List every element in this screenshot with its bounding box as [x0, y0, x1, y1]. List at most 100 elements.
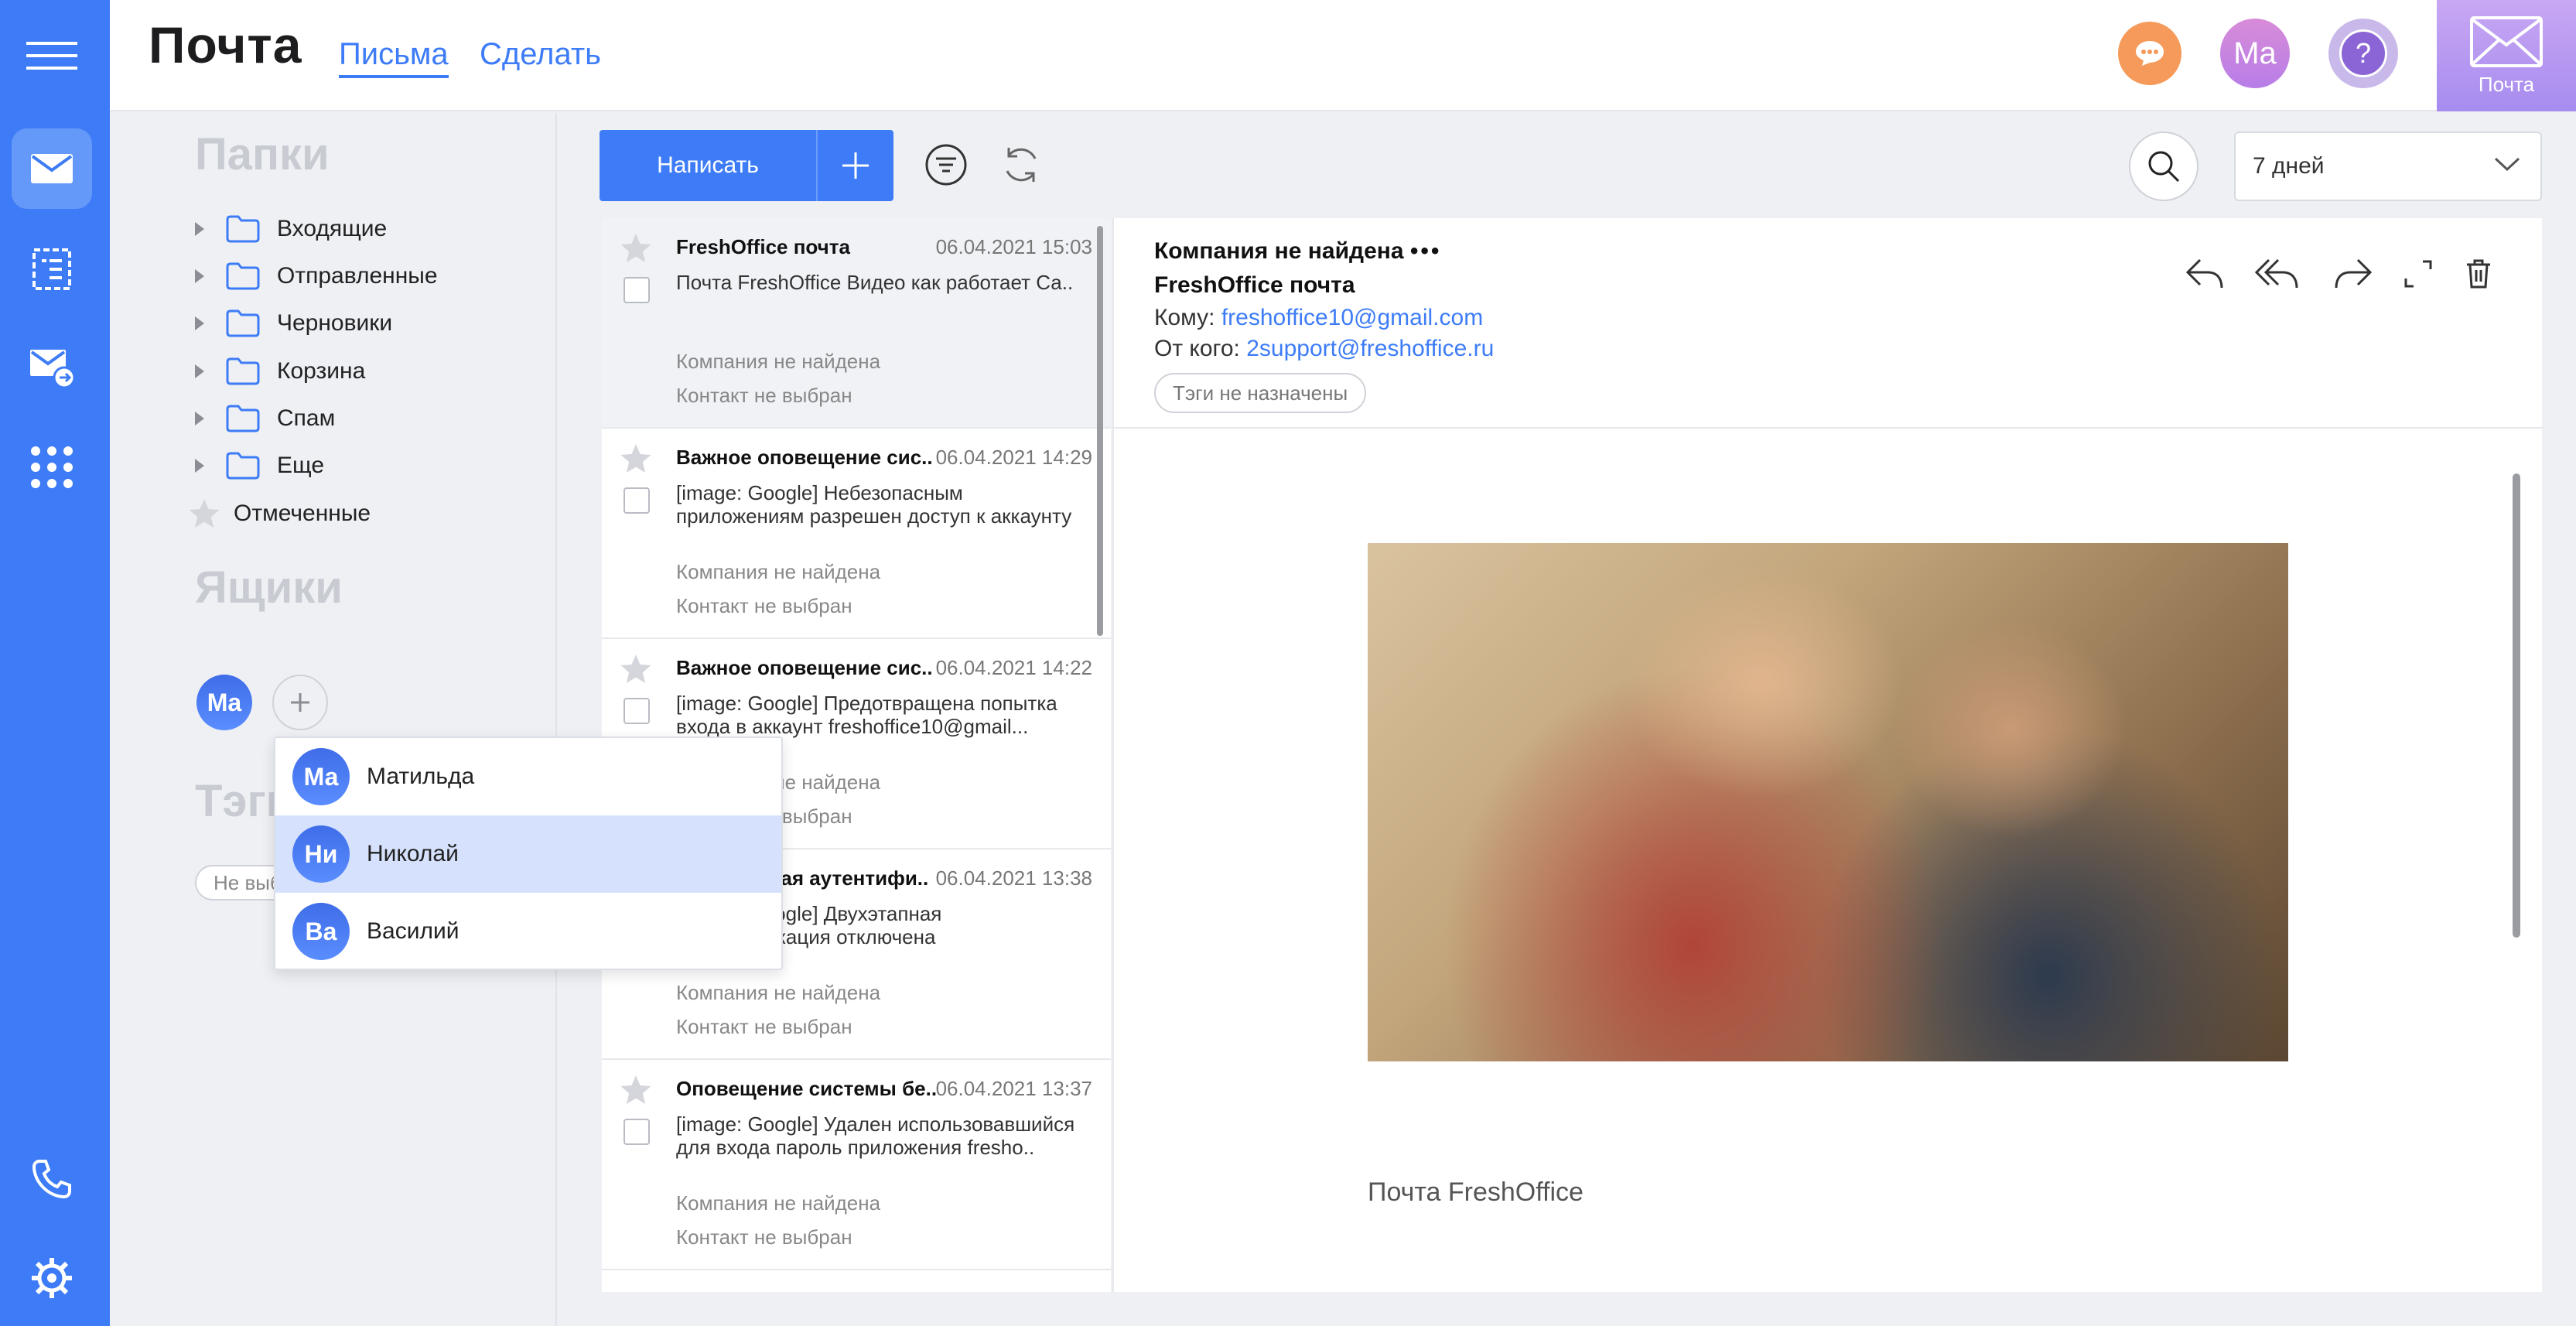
folder-inbox[interactable]: Входящие — [195, 207, 387, 251]
rail-phone-button[interactable] — [12, 1139, 92, 1219]
reply-all-icon — [2255, 258, 2298, 289]
box-option-matilda[interactable]: Ма Матильда — [275, 738, 781, 815]
folders-section-title: Папки — [195, 129, 330, 179]
tasks-icon — [32, 248, 71, 290]
message-checkbox[interactable] — [624, 698, 650, 724]
rail-settings-button[interactable] — [12, 1238, 92, 1318]
message-row[interactable]: Оповещение системы бе.. 06.04.2021 13:37… — [602, 1060, 1111, 1270]
star-icon[interactable] — [619, 653, 653, 685]
expand-button[interactable] — [2395, 251, 2441, 297]
filter-button[interactable] — [924, 143, 968, 186]
reply-all-button[interactable] — [2254, 251, 2301, 297]
message-preview: Почта FreshOffice Видео как работает Са.… — [676, 271, 1074, 294]
help-glyph: ? — [2355, 37, 2372, 69]
box-option-nikolai[interactable]: Ни Николай — [275, 815, 781, 893]
from-label: От кого: — [1154, 336, 1240, 361]
expand-arrow-icon[interactable] — [195, 412, 204, 425]
reply-button[interactable] — [2181, 251, 2228, 297]
message-list-scrollbar[interactable] — [1097, 226, 1103, 636]
star-icon[interactable] — [619, 232, 653, 265]
envelope-icon — [2470, 15, 2543, 67]
reading-pane-scrollbar[interactable] — [2513, 473, 2520, 938]
expand-arrow-icon[interactable] — [195, 222, 204, 236]
message-sender: Важное оповещение сис.. — [676, 656, 933, 679]
avatar: Ни — [292, 825, 350, 883]
compose-button[interactable]: Написать — [600, 130, 818, 201]
expand-arrow-icon[interactable] — [195, 269, 204, 283]
star-icon[interactable] — [619, 1074, 653, 1106]
avatar: Ва — [292, 903, 350, 960]
tab-todo[interactable]: Сделать — [480, 37, 601, 72]
search-button[interactable] — [2129, 132, 2198, 201]
expand-arrow-icon[interactable] — [195, 316, 204, 330]
expand-arrow-icon[interactable] — [195, 459, 204, 473]
period-select[interactable]: 7 дней — [2234, 132, 2542, 201]
folder-label: Отмеченные — [234, 501, 371, 526]
folder-spam[interactable]: Спам — [195, 397, 335, 440]
from-address-link[interactable]: 2support@freshoffice.ru — [1246, 336, 1494, 361]
message-preview: [image: Google] Предотвращена попытка вх… — [676, 692, 1057, 738]
message-sender: Важное оповещение сис.. — [676, 446, 933, 469]
settings-icon — [32, 1258, 72, 1298]
folder-icon — [226, 452, 260, 480]
forward-button[interactable] — [2330, 251, 2376, 297]
folder-label: Черновики — [277, 310, 393, 336]
plus-icon — [842, 152, 869, 179]
rail-tasks-button[interactable] — [12, 229, 92, 309]
message-row[interactable]: Важное оповещение сис.. 06.04.2021 14:29… — [602, 429, 1111, 639]
folder-label: Входящие — [277, 216, 388, 241]
star-icon[interactable] — [619, 443, 653, 475]
filter-icon — [925, 144, 967, 186]
reader-company[interactable]: Компания не найдена ••• — [1154, 238, 1441, 265]
chevron-down-icon — [2494, 157, 2520, 172]
phone-icon — [32, 1160, 71, 1199]
message-checkbox[interactable] — [624, 277, 650, 303]
user-avatar-button[interactable]: Ma — [2220, 19, 2290, 88]
box-dropdown: Ма Матильда Ни Николай Ва Василий — [274, 736, 783, 970]
compose-add-button[interactable] — [818, 130, 893, 201]
folder-label: Спам — [277, 405, 336, 431]
to-label: Кому: — [1154, 305, 1215, 330]
expand-arrow-icon[interactable] — [195, 364, 204, 378]
refresh-button[interactable] — [999, 143, 1043, 186]
box-option-vasily[interactable]: Ва Василий — [275, 893, 781, 969]
top-header: Почта Письма Сделать Ma ? Почта — [110, 0, 2576, 111]
help-icon: ? — [2339, 29, 2387, 77]
more-dots-icon[interactable]: ••• — [1410, 238, 1442, 264]
mail-tile-label: Почта — [2478, 72, 2535, 96]
folder-starred[interactable]: Отмеченные — [187, 492, 371, 535]
message-row[interactable]: FreshOffice почта 06.04.2021 15:03 Почта… — [602, 218, 1111, 429]
folder-drafts[interactable]: Черновики — [195, 302, 392, 345]
chat-button[interactable] — [2118, 22, 2181, 85]
message-tags-chip[interactable]: Тэги не назначены — [1154, 373, 1367, 413]
expand-icon — [2404, 260, 2432, 288]
box-avatar[interactable]: Ma — [196, 675, 252, 730]
add-box-button[interactable] — [272, 675, 328, 730]
rail-mail-button[interactable] — [12, 128, 92, 209]
refresh-icon — [1006, 148, 1037, 182]
folder-icon — [226, 357, 260, 385]
message-date: 06.04.2021 14:22 — [935, 656, 1092, 679]
forward-icon — [2335, 258, 2373, 289]
reader-to-line: Кому: freshoffice10@gmail.com — [1154, 305, 1483, 331]
folder-sent[interactable]: Отправленные — [195, 255, 438, 298]
message-checkbox[interactable] — [624, 1119, 650, 1145]
folder-trash[interactable]: Корзина — [195, 350, 365, 393]
mail-app-tile[interactable]: Почта — [2437, 0, 2576, 111]
folder-label: Еще — [277, 453, 325, 478]
delete-button[interactable] — [2455, 251, 2502, 297]
rail-mail-forward-button[interactable] — [12, 328, 92, 408]
mail-icon — [31, 154, 73, 183]
to-address-link[interactable]: freshoffice10@gmail.com — [1221, 305, 1483, 330]
left-rail — [0, 0, 110, 1326]
message-checkbox[interactable] — [624, 487, 650, 514]
folder-more[interactable]: Еще — [195, 444, 324, 487]
tab-letters[interactable]: Письма — [339, 37, 449, 78]
period-value: 7 дней — [2253, 153, 2325, 179]
message-company: Компания не найдена — [676, 350, 881, 373]
hamburger-menu-button[interactable] — [12, 15, 92, 96]
rail-apps-button[interactable] — [12, 427, 92, 508]
help-button[interactable]: ? — [2328, 19, 2398, 88]
apps-grid-icon — [31, 446, 73, 488]
message-date: 06.04.2021 14:29 — [935, 446, 1092, 469]
